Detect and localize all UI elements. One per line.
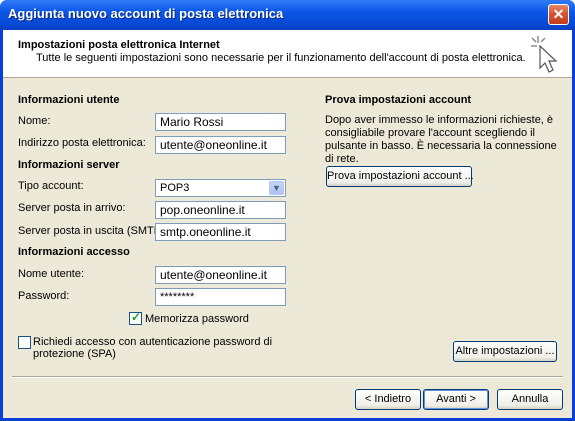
cursor-sparkle-icon [531, 36, 558, 73]
close-button[interactable]: ✕ [548, 4, 569, 25]
spa-label[interactable]: Richiedi accesso con autenticazione pass… [33, 336, 303, 360]
name-label: Nome: [18, 115, 51, 127]
incoming-server-field[interactable]: pop.oneonline.it [155, 201, 286, 219]
more-settings-button[interactable]: Altre impostazioni ... [453, 341, 557, 362]
username-label: Nome utente: [18, 268, 85, 280]
header-title: Impostazioni posta elettronica Internet [18, 39, 220, 51]
account-type-select[interactable]: POP3 ▼ [155, 179, 286, 197]
server-info-heading: Informazioni server [18, 159, 120, 171]
outgoing-server-field[interactable]: smtp.oneonline.it [155, 223, 286, 241]
chevron-down-icon[interactable]: ▼ [269, 181, 284, 195]
outgoing-server-label: Server posta in uscita (SMTP): [18, 225, 168, 237]
dialog-window: Aggiunta nuovo account di posta elettron… [0, 0, 575, 421]
next-button[interactable]: Avanti > [423, 389, 489, 410]
incoming-server-label: Server posta in arrivo: [18, 202, 126, 214]
spa-checkbox[interactable] [18, 336, 31, 349]
remember-password-label[interactable]: Memorizza password [145, 313, 249, 325]
header-description: Tutte le seguenti impostazioni sono nece… [36, 52, 526, 64]
test-heading: Prova impostazioni account [325, 94, 472, 106]
cancel-button[interactable]: Annulla [497, 389, 563, 410]
password-label: Password: [18, 290, 70, 302]
close-icon: ✕ [552, 6, 565, 22]
title-bar[interactable]: Aggiunta nuovo account di posta elettron… [0, 0, 575, 30]
remember-password-checkbox[interactable] [129, 310, 142, 325]
email-field[interactable]: utente@oneonline.it [155, 136, 286, 154]
wizard-header: Impostazioni posta elettronica Internet … [3, 30, 572, 78]
test-description: Dopo aver immesso le informazioni richie… [325, 114, 557, 165]
account-type-label: Tipo account: [18, 180, 84, 192]
user-info-heading: Informazioni utente [18, 94, 120, 106]
test-account-button[interactable]: Prova impostazioni account ... [326, 166, 474, 187]
email-label: Indirizzo posta elettronica: [18, 137, 146, 149]
username-field[interactable]: utente@oneonline.it [155, 266, 286, 284]
name-field[interactable]: Mario Rossi [155, 113, 286, 131]
login-info-heading: Informazioni accesso [18, 246, 130, 258]
footer-separator [12, 376, 563, 378]
dialog-body: Impostazioni posta elettronica Internet … [3, 30, 572, 418]
back-button[interactable]: < Indietro [355, 389, 421, 410]
account-type-value: POP3 [160, 182, 190, 194]
window-title: Aggiunta nuovo account di posta elettron… [8, 6, 284, 21]
password-field[interactable]: ******** [155, 288, 286, 306]
